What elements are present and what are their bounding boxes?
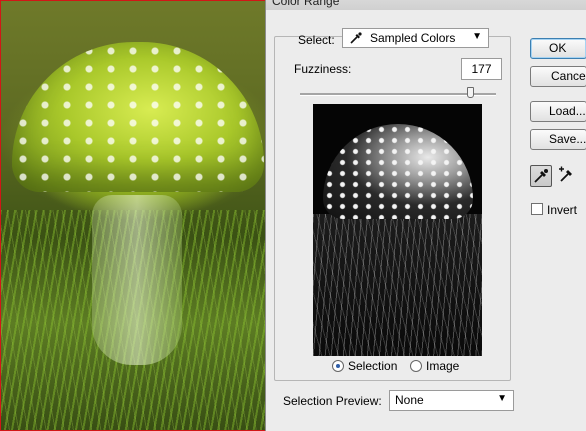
cancel-button[interactable]: Cancel: [530, 66, 586, 87]
radio-selection-label: Selection: [348, 359, 398, 373]
invert-label: Invert: [547, 203, 578, 217]
save-button[interactable]: Save...: [530, 129, 586, 150]
selection-preview-label: Selection Preview:: [283, 394, 382, 408]
selection-preview-dropdown[interactable]: None ▼: [389, 390, 514, 411]
selection-preview-value: None: [395, 393, 424, 407]
invert-checkbox[interactable]: [531, 203, 543, 215]
eyedropper-plus-icon: [559, 166, 572, 182]
chevron-down-icon: ▼: [497, 393, 507, 404]
selection-preview-image[interactable]: [313, 104, 482, 356]
fuzziness-label: Fuzziness:: [294, 62, 352, 76]
dialog-title: Color Range: [272, 0, 340, 8]
fuzziness-slider-thumb[interactable]: [467, 87, 475, 98]
radio-selection[interactable]: [332, 360, 344, 372]
preview-grass: [313, 214, 482, 356]
select-value: Sampled Colors: [370, 31, 456, 45]
load-button[interactable]: Load...: [530, 101, 586, 122]
eyedropper-tool[interactable]: [530, 165, 552, 187]
radio-image[interactable]: [410, 360, 422, 372]
fuzziness-input[interactable]: 177: [461, 58, 502, 80]
eyedropper-icon: [350, 32, 362, 44]
preview-spots: [323, 124, 473, 219]
select-label: Select:: [298, 33, 335, 47]
select-dropdown[interactable]: Sampled Colors ▼: [342, 28, 489, 48]
dialog-titlebar[interactable]: Color Range: [266, 0, 586, 10]
eyedropper-plus-tool[interactable]: [557, 165, 579, 187]
color-range-dialog: Color Range Select: Sampled Colors ▼ Fuz…: [265, 0, 586, 431]
ok-button[interactable]: OK: [530, 38, 586, 59]
chevron-down-icon: ▼: [472, 31, 482, 42]
radio-image-label: Image: [426, 359, 460, 373]
eyedropper-icon: [534, 169, 548, 183]
